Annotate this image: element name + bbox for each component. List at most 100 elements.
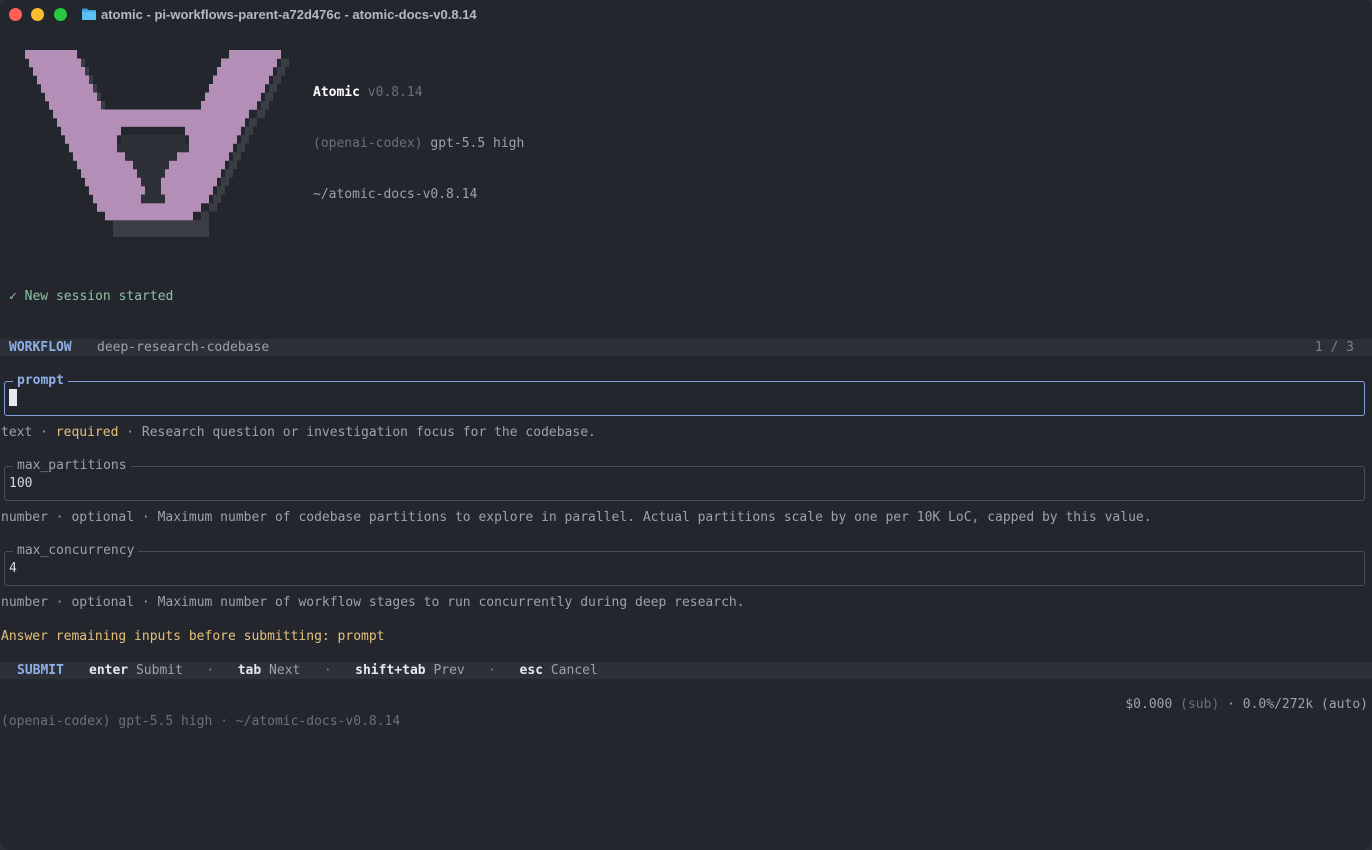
submit-label: SUBMIT <box>17 663 64 678</box>
shortcut-key-enter[interactable]: enter <box>89 663 128 678</box>
model-label: gpt-5.5 high <box>430 136 525 151</box>
shortcut-desc-prev: Prev <box>433 663 465 678</box>
logo-fill-block <box>45 92 97 102</box>
cwd-label: ~/atomic-docs-v0.8.14 <box>313 187 478 202</box>
logo-shadow-block <box>221 177 229 186</box>
logo-inner-block <box>145 186 161 195</box>
logo-shadow-block <box>245 126 253 135</box>
logo-shadow-block <box>249 118 257 127</box>
logo-fill-block <box>201 101 257 110</box>
terminal-window: atomic - pi-workflows-parent-a72d476c - … <box>0 0 1372 850</box>
logo-fill-block <box>57 118 245 127</box>
logo-shadow-block <box>241 135 249 144</box>
logo-fill-block <box>189 135 237 144</box>
shortcut-key-shift-tab[interactable]: shift+tab <box>355 663 425 678</box>
footer-cwd: · ~/atomic-docs-v0.8.14 <box>220 714 401 729</box>
submit-bar: SUBMIT enter Submit · tab Next · shift+t… <box>0 662 1372 679</box>
logo-fill-block <box>69 143 121 153</box>
logo-fill-block <box>177 152 229 161</box>
max-partitions-hint-type: number <box>1 510 48 525</box>
logo-shadow-block <box>213 194 221 203</box>
prompt-hint-type: text <box>1 425 33 440</box>
logo-fill-block <box>221 58 277 68</box>
logo-inner-block <box>121 135 185 144</box>
minimize-window-button[interactable] <box>31 8 44 21</box>
footer-provider: (openai-codex) <box>1 714 111 729</box>
shortcut-desc-next: Next <box>269 663 301 678</box>
logo-fill-block <box>205 92 261 102</box>
shortcut-desc-cancel: Cancel <box>550 663 598 678</box>
shortcut-separator: · <box>323 663 332 678</box>
max-concurrency-field-value[interactable]: 4 <box>9 560 17 577</box>
logo-fill-block <box>161 186 213 195</box>
logo-shadow-block <box>273 75 281 84</box>
max-concurrency-field-hint: number · optional · Maximum number of wo… <box>1 595 745 610</box>
logo-shadow-block <box>113 220 209 237</box>
logo-fill-block <box>37 75 89 85</box>
max-partitions-field-label: max_partitions <box>13 457 131 474</box>
logo-fill-block <box>185 126 241 136</box>
logo-fill-block <box>33 67 85 76</box>
logo-shadow-block <box>265 92 273 101</box>
max-partitions-field-value[interactable]: 100 <box>9 475 32 492</box>
logo-inner-block <box>117 143 189 153</box>
prompt-field[interactable]: prompt <box>4 372 1365 416</box>
shortcut-key-esc[interactable]: esc <box>520 663 543 678</box>
prompt-hint-desc: Research question or investigation focus… <box>141 425 596 440</box>
logo-shadow-block <box>229 160 237 169</box>
cost-label: $0.000 <box>1125 697 1173 712</box>
logo-fill-block <box>165 194 209 204</box>
logo-fill-block <box>73 152 125 161</box>
logo-fill-block <box>81 169 137 178</box>
max-concurrency-hint-desc: Maximum number of workflow stages to run… <box>157 595 745 610</box>
zoom-window-button[interactable] <box>54 8 67 21</box>
shortcut-separator: · <box>206 663 215 678</box>
logo-fill-block <box>169 160 225 170</box>
context-usage-label: · 0.0%/272k (auto) <box>1227 697 1368 712</box>
footer-model-status: (openai-codex) gpt-5.5 high · ~/atomic-d… <box>1 713 400 730</box>
logo-fill-block <box>97 203 201 212</box>
workflow-bar: WORKFLOW deep-research-codebase 1 / 3 <box>0 339 1372 356</box>
logo-fill-block <box>209 84 265 93</box>
logo-shadow-block <box>225 169 233 178</box>
footer-model: gpt-5.5 high <box>118 714 213 729</box>
logo-fill-block <box>49 101 101 110</box>
logo-inner-block <box>141 194 165 204</box>
logo-inner-block <box>133 160 169 170</box>
logo-fill-block <box>229 50 281 59</box>
logo-fill-block <box>77 160 133 170</box>
workflow-label: WORKFLOW <box>9 340 72 355</box>
logo-fill-block <box>105 211 193 221</box>
shortcut-desc-submit: Submit <box>135 663 183 678</box>
window-title: atomic - pi-workflows-parent-a72d476c - … <box>101 7 477 22</box>
shortcut-key-tab[interactable]: tab <box>238 663 261 678</box>
close-window-button[interactable] <box>9 8 22 21</box>
logo-fill-block <box>85 177 141 187</box>
text-cursor <box>9 389 17 406</box>
app-name: Atomic <box>313 85 360 100</box>
session-status: ✓ New session started <box>9 289 174 304</box>
logo-fill-block <box>25 50 77 59</box>
logo-shadow-block <box>237 143 245 152</box>
provider-label: (openai-codex) <box>313 136 423 151</box>
max-concurrency-hint-type: number <box>1 595 48 610</box>
workflow-name: deep-research-codebase <box>97 340 270 355</box>
billing-label: (sub) <box>1180 697 1220 712</box>
folder-icon <box>82 8 96 20</box>
logo-shadow-block <box>269 84 277 93</box>
logo-shadow-block <box>209 203 217 212</box>
logo-fill-block <box>53 109 249 119</box>
logo-shadow-block <box>281 58 289 67</box>
max-concurrency-field[interactable]: max_concurrency 4 <box>4 542 1365 586</box>
max-partitions-hint-required: optional <box>71 510 135 525</box>
logo-shadow-block <box>257 109 265 118</box>
session-info: Atomic v0.8.14 (openai-codex) gpt-5.5 hi… <box>313 50 524 237</box>
max-concurrency-field-label: max_concurrency <box>13 542 139 559</box>
max-partitions-field[interactable]: max_partitions 100 <box>4 457 1365 501</box>
prompt-hint-required: required <box>55 425 119 440</box>
logo-fill-block <box>93 194 141 204</box>
logo-shadow-block <box>201 211 209 220</box>
shortcut-list: enter Submit · tab Next · shift+tab Prev… <box>89 662 598 679</box>
logo-inner-block <box>137 169 165 178</box>
logo-inner-block <box>141 177 161 187</box>
